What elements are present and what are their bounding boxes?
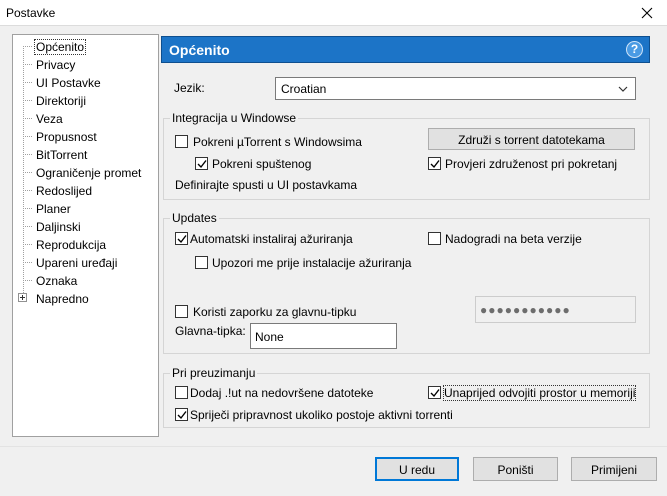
tree-item-remote[interactable]: Daljinski xyxy=(23,218,158,235)
tree-item-queueing[interactable]: Redoslijed xyxy=(23,182,158,199)
boss-key-value: None xyxy=(255,330,284,344)
checkmark-icon xyxy=(177,411,187,420)
password-value: ●●●●●●●●●●● xyxy=(480,303,571,317)
window-title: Postavke xyxy=(6,6,56,20)
checkmark-icon xyxy=(197,160,207,169)
tree-item-privacy[interactable]: Privacy xyxy=(23,56,158,73)
tree-item-connection[interactable]: Veza xyxy=(23,110,158,127)
boss-key-input[interactable]: None xyxy=(250,323,397,349)
tree-item-label: Ograničenje promet xyxy=(36,166,142,180)
start-minimized-label: Pokreni spuštenog xyxy=(212,157,312,171)
tree-item-ui-settings[interactable]: UI Postavke xyxy=(23,74,158,91)
start-with-windows-label: Pokreni µTorrent s Windowsima xyxy=(193,135,362,149)
prevent-standby-label: Spriječi pripravnost ukoliko postoje akt… xyxy=(190,408,453,422)
append-ut-checkbox[interactable] xyxy=(175,386,188,399)
cancel-button[interactable]: Poništi xyxy=(473,457,558,481)
tree-item-label-settings[interactable]: Oznaka xyxy=(23,272,158,289)
tree-item-scheduler[interactable]: Planer xyxy=(23,200,158,217)
button-label: Primijeni xyxy=(590,463,637,477)
checkmark-icon xyxy=(177,235,187,244)
tree-item-transfer-cap[interactable]: Ograničenje promet xyxy=(23,164,158,181)
group-legend: Integracija u Windowse xyxy=(170,111,299,125)
title-bar: Postavke xyxy=(0,0,667,26)
boss-key-password-label: Koristi zaporku za glavnu-tipku xyxy=(193,305,357,319)
tree-item-label: Oznaka xyxy=(36,274,78,288)
checkmark-icon xyxy=(430,160,440,169)
preallocate-checkbox[interactable] xyxy=(428,386,441,399)
tree-item-label: Upareni uređaji xyxy=(36,256,118,270)
dialog-footer xyxy=(0,446,667,496)
tree-item-bittorrent[interactable]: BitTorrent xyxy=(23,146,158,163)
language-label: Jezik: xyxy=(174,81,205,95)
settings-tree[interactable]: Općenito Privacy UI Postavke Direktoriji… xyxy=(12,34,159,437)
notify-before-update-checkbox[interactable] xyxy=(195,256,208,269)
start-minimized-checkbox[interactable] xyxy=(195,157,208,170)
tree-item-directories[interactable]: Direktoriji xyxy=(23,92,158,109)
close-icon xyxy=(641,7,653,19)
tree-item-label: Općenito xyxy=(33,39,87,55)
chevron-down-icon xyxy=(618,86,628,92)
notify-before-update-label: Upozori me prije instalacije ažuriranja xyxy=(212,256,412,270)
tree-item-label: BitTorrent xyxy=(36,148,88,162)
checkmark-icon xyxy=(430,389,440,398)
button-label: Poništi xyxy=(497,463,534,477)
tree-item-label: Direktoriji xyxy=(36,94,87,108)
tree-item-label: Reprodukcija xyxy=(36,238,107,252)
boss-key-label: Glavna-tipka: xyxy=(175,324,246,338)
auto-install-updates-label: Automatski instaliraj ažuriranja xyxy=(190,232,353,246)
tree-item-playback[interactable]: Reprodukcija xyxy=(23,236,158,253)
tree-item-label: Propusnost xyxy=(36,130,97,144)
start-with-windows-checkbox[interactable] xyxy=(175,135,188,148)
tree-item-label: Planer xyxy=(36,202,71,216)
tree-item-label: Privacy xyxy=(36,58,76,72)
close-button[interactable] xyxy=(627,0,667,26)
help-icon[interactable]: ? xyxy=(626,41,643,58)
check-association-checkbox[interactable] xyxy=(428,157,441,170)
append-ut-label: Dodaj .!ut na nedovršene datoteke xyxy=(190,386,374,400)
group-legend: Pri preuzimanju xyxy=(170,366,258,380)
beta-updates-checkbox[interactable] xyxy=(428,232,441,245)
boss-key-password-checkbox[interactable] xyxy=(175,305,188,318)
tree-item-paired-devices[interactable]: Upareni uređaji xyxy=(23,254,158,271)
expand-plus-icon[interactable] xyxy=(18,293,27,302)
beta-updates-label: Nadogradi na beta verzije xyxy=(445,232,582,246)
tree-item-bandwidth[interactable]: Propusnost xyxy=(23,128,158,145)
language-select[interactable]: Croatian xyxy=(275,77,636,100)
associate-torrents-button[interactable]: Združi s torrent datotekama xyxy=(428,128,635,150)
tray-settings-note: Definirajte spusti u UI postavkama xyxy=(175,178,358,192)
language-value: Croatian xyxy=(281,82,327,96)
auto-install-updates-checkbox[interactable] xyxy=(175,232,188,245)
button-label: Združi s torrent datotekama xyxy=(458,133,605,147)
tree-item-label: Daljinski xyxy=(36,220,81,234)
preallocate-label: Unaprijed odvojiti prostor u memoriji xyxy=(442,385,637,401)
ok-button[interactable]: U redu xyxy=(375,457,459,481)
tree-item-label: Napredno xyxy=(36,292,89,306)
section-title: Općenito xyxy=(169,42,230,58)
boss-key-password-field: ●●●●●●●●●●● xyxy=(475,296,636,323)
prevent-standby-checkbox[interactable] xyxy=(175,408,188,421)
tree-item-label: Redoslijed xyxy=(36,184,93,198)
tree-item-general[interactable]: Općenito xyxy=(23,38,158,55)
apply-button[interactable]: Primijeni xyxy=(571,457,657,481)
tree-item-label: UI Postavke xyxy=(36,76,101,90)
section-header: Općenito ? xyxy=(161,36,650,63)
tree-item-advanced[interactable]: Napredno xyxy=(18,290,158,307)
group-legend: Updates xyxy=(170,211,219,225)
tree-item-label: Veza xyxy=(36,112,63,126)
check-association-label: Provjeri združenost pri pokretanj xyxy=(445,157,618,171)
button-label: U redu xyxy=(398,463,436,477)
